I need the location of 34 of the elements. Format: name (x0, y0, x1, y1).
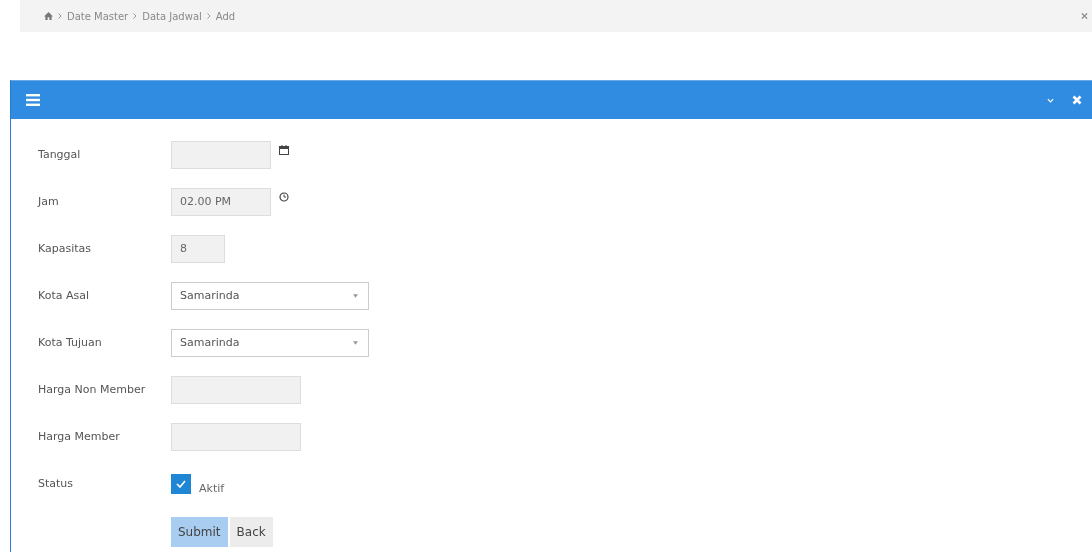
field-label: Harga Member (37, 430, 121, 443)
field-label: Status (37, 477, 75, 490)
collapse-icon[interactable] (1047, 97, 1054, 103)
dropdown-caret-icon (353, 293, 358, 298)
field-label: Harga Non Member (37, 383, 147, 396)
dropdown-caret-icon (353, 340, 358, 345)
breadcrumb-separator-icon (206, 13, 211, 19)
field-label: Kota Tujuan (37, 336, 103, 349)
checkbox-label: Aktif (199, 482, 225, 495)
price-input[interactable] (171, 375, 301, 404)
home-icon[interactable] (44, 12, 53, 20)
breadcrumb-separator-icon (133, 13, 138, 19)
city-dropdown[interactable]: Samarinda (171, 281, 369, 310)
date-input[interactable] (171, 140, 271, 169)
close-icon[interactable] (1081, 12, 1088, 20)
menu-icon[interactable] (26, 94, 40, 106)
submit-button[interactable]: Submit (171, 517, 228, 547)
status-checkbox[interactable] (171, 473, 191, 494)
checkmark-icon (176, 479, 186, 488)
city-dropdown[interactable]: Samarinda (171, 328, 369, 357)
price-input[interactable] (171, 422, 301, 451)
field-label: Kapasitas (37, 242, 93, 255)
breadcrumb-separator-icon (58, 13, 62, 19)
field-label: Kota Asal (37, 289, 90, 302)
time-input[interactable]: 02.00 PM (171, 187, 271, 216)
breadcrumb-link[interactable]: Data Jadwal (142, 10, 202, 22)
breadcrumb-link[interactable]: Date Master (67, 10, 129, 22)
clock-icon[interactable] (279, 191, 289, 202)
back-button[interactable]: Back (229, 517, 273, 547)
field-label: Jam (36, 195, 60, 208)
field-label: Tanggal (37, 148, 82, 161)
breadcrumb-current: Add (215, 10, 236, 22)
capacity-input[interactable]: 8 (171, 234, 225, 263)
calendar-icon[interactable] (279, 144, 289, 155)
